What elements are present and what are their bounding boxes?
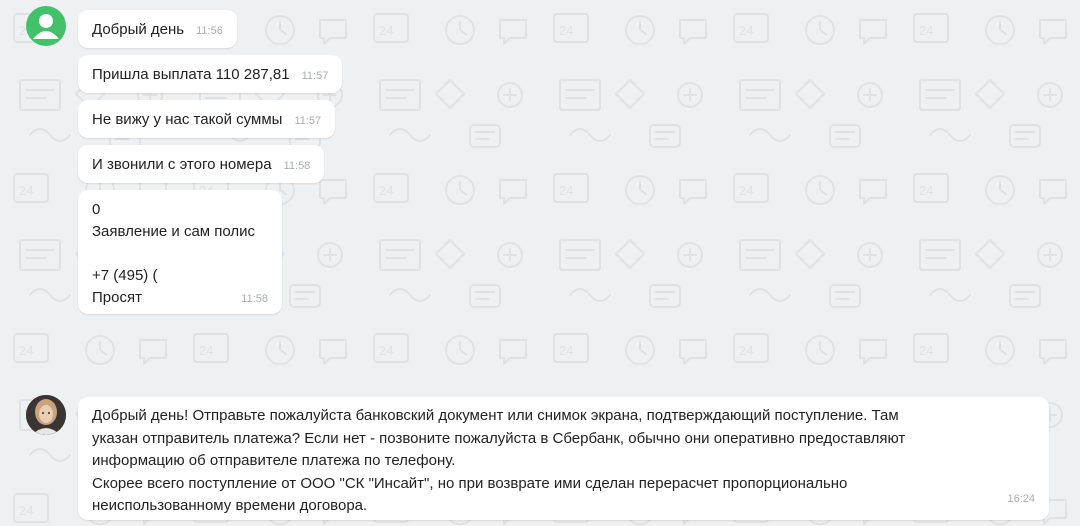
- message-bubble: Пришла выплата 110 287,81 11:57: [78, 55, 343, 93]
- user-avatar[interactable]: [26, 6, 66, 46]
- message-text-line: указан отправитель платежа? Если нет - п…: [92, 429, 906, 447]
- message-bubble: Не вижу у нас такой суммы 11:57: [78, 100, 336, 138]
- message-text-line: 0: [92, 201, 101, 218]
- agent-avatar[interactable]: [26, 395, 66, 435]
- message-text-line: Скорее всего поступление от ООО "СК "Инс…: [92, 474, 848, 492]
- message-time: 11:56: [196, 25, 223, 37]
- message-text: Пришла выплата 110 287,81: [92, 65, 290, 83]
- message-time: 11:57: [294, 115, 322, 127]
- message-bubble: Добрый день 11:56: [78, 10, 237, 48]
- message-bubble: И звонили с этого номера 11:58: [78, 145, 325, 183]
- message-text-line: неиспользованному времени договора.: [92, 497, 368, 514]
- message-text: И звонили с этого номера: [92, 155, 272, 173]
- message-text-line: Добрый день! Отправьте пожалуйста банков…: [92, 407, 899, 424]
- message-text-line: +7 (495) (: [92, 267, 158, 284]
- redacted-text: [104, 201, 155, 220]
- agent-photo-avatar: [26, 395, 66, 435]
- message-text-line: Просят: [92, 289, 142, 306]
- message-time: 11:58: [241, 293, 268, 305]
- message-time: 11:57: [301, 70, 329, 82]
- message-bubble-multiline: 0 Заявление и сам полис +7 (495) ( Прося…: [78, 190, 282, 314]
- message-time: 11:58: [283, 160, 311, 172]
- message-text-line: Заявление и сам полис: [92, 223, 256, 240]
- reply-message-bubble: Добрый день! Отправьте пожалуйста банков…: [78, 397, 1049, 520]
- user-silhouette-icon: [33, 14, 59, 39]
- message-time: 16:24: [1007, 492, 1035, 505]
- message-text-line: информацию об отправителе платежа по тел…: [92, 452, 456, 469]
- message-text: Не вижу у нас такой суммы: [92, 110, 283, 128]
- redacted-text: [161, 267, 232, 286]
- message-text: Добрый день: [92, 20, 185, 38]
